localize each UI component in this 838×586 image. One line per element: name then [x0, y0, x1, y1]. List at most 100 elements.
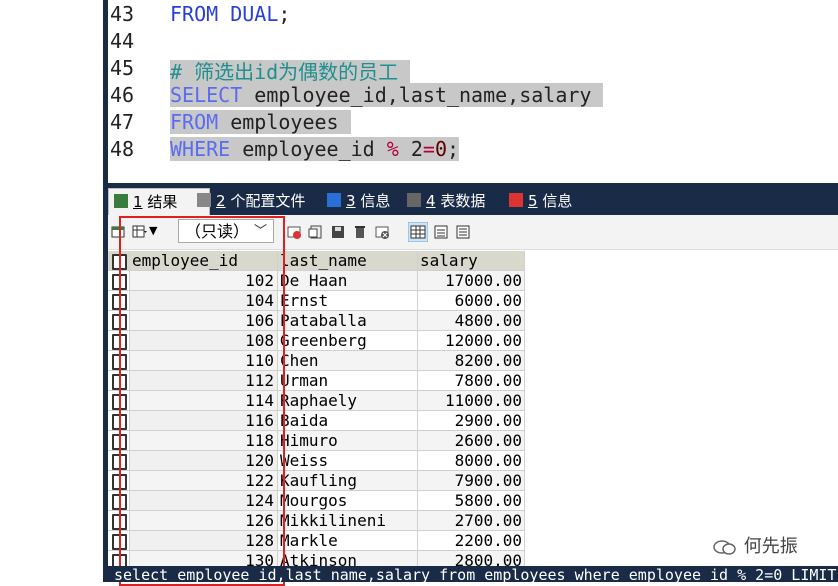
tab-4[interactable]: 4 表数据 [402, 188, 520, 214]
table-cell[interactable]: 126 [130, 511, 278, 531]
table-cell[interactable]: 110 [130, 351, 278, 371]
row-checkbox[interactable] [108, 471, 130, 491]
table-cell[interactable]: 2700.00 [418, 511, 525, 531]
table-cell[interactable]: 7900.00 [418, 471, 525, 491]
tab-2[interactable]: 2 个配置文件 [192, 188, 336, 214]
table-cell[interactable]: 114 [130, 391, 278, 411]
table-cell[interactable]: Mourgos [278, 491, 418, 511]
column-header[interactable]: employee_id [130, 251, 278, 271]
tab-number: 1 [133, 193, 143, 211]
row-checkbox[interactable] [108, 511, 130, 531]
code-token: employee_id [230, 137, 387, 161]
delete-icon[interactable] [352, 224, 368, 240]
code-line[interactable]: WHERE employee_id % 2=0; [170, 137, 460, 161]
row-checkbox[interactable] [108, 331, 130, 351]
code-line[interactable]: # 筛选出id为偶数的员工 [170, 56, 411, 85]
table-cell[interactable]: Weiss [278, 451, 418, 471]
checkbox-icon [112, 294, 127, 310]
table-cell[interactable]: 8200.00 [418, 351, 525, 371]
table-cell[interactable]: 106 [130, 311, 278, 331]
column-header[interactable]: salary [418, 251, 525, 271]
row-checkbox[interactable] [108, 531, 130, 551]
row-checkbox[interactable] [108, 311, 130, 331]
table-cell[interactable]: 2900.00 [418, 411, 525, 431]
form-view-icon[interactable] [433, 224, 449, 240]
tab-label: 表数据 [435, 192, 486, 210]
grid-options-icon[interactable] [132, 224, 148, 240]
row-checkbox[interactable] [108, 371, 130, 391]
table-cell[interactable]: 124 [130, 491, 278, 511]
code-token: SELECT [170, 83, 243, 107]
table-cell[interactable]: 2200.00 [418, 531, 525, 551]
table-cell[interactable]: 128 [130, 531, 278, 551]
table-cell[interactable]: Chen [278, 351, 418, 371]
tab-label: 结果 [142, 193, 178, 211]
table-cell[interactable]: 11000.00 [418, 391, 525, 411]
row-checkbox[interactable] [108, 291, 130, 311]
sql-editor[interactable]: 43 FROM DUAL; 44 45 # 筛选出id为偶数的员工 46 SELECT e… [108, 0, 838, 183]
grid-view-icon[interactable] [408, 222, 428, 242]
table-cell[interactable]: 17000.00 [418, 271, 525, 291]
row-checkbox[interactable] [108, 271, 130, 291]
tab-5[interactable]: 5 信息 [504, 188, 606, 214]
table-cell[interactable]: 118 [130, 431, 278, 451]
table-cell[interactable]: Baida [278, 411, 418, 431]
row-checkbox[interactable] [108, 351, 130, 371]
table-cell[interactable]: 104 [130, 291, 278, 311]
table-cell[interactable]: 6000.00 [418, 291, 525, 311]
checkbox-icon [112, 534, 127, 550]
table-cell[interactable]: Greenberg [278, 331, 418, 351]
chevron-down-icon[interactable]: ▼ [149, 224, 157, 237]
table-cell[interactable]: 102 [130, 271, 278, 291]
table-cell[interactable]: Markle [278, 531, 418, 551]
table-cell[interactable]: 7800.00 [418, 371, 525, 391]
add-row-icon[interactable] [286, 224, 302, 240]
table-cell[interactable]: 2600.00 [418, 431, 525, 451]
table-cell[interactable]: 108 [130, 331, 278, 351]
code-token: WHERE [170, 137, 231, 161]
line-number: 47 [110, 110, 135, 134]
line-number: 48 [110, 137, 135, 161]
tab-label: 信息 [355, 192, 391, 210]
cancel-icon[interactable] [374, 224, 390, 240]
readonly-dropdown[interactable]: （只读） ﹀ [178, 219, 274, 243]
row-checkbox[interactable] [108, 431, 130, 451]
column-header[interactable]: last_name [278, 251, 418, 271]
tab-number: 4 [426, 192, 436, 210]
row-checkbox[interactable] [108, 251, 130, 271]
table-cell[interactable]: 4800.00 [418, 311, 525, 331]
checkbox-icon [112, 434, 127, 450]
table-cell[interactable]: 116 [130, 411, 278, 431]
checkbox-icon [112, 274, 127, 290]
code-line[interactable]: FROM DUAL; [170, 2, 290, 26]
table-cell[interactable]: Ernst [278, 291, 418, 311]
table-cell[interactable]: 5800.00 [418, 491, 525, 511]
table-cell[interactable]: 122 [130, 471, 278, 491]
result-grid: employee_id last_name salary 102 De Haan 1700… [108, 250, 838, 571]
row-checkbox[interactable] [108, 391, 130, 411]
table-cell[interactable]: Urman [278, 371, 418, 391]
table-cell[interactable]: 12000.00 [418, 331, 525, 351]
table-cell[interactable]: 8000.00 [418, 451, 525, 471]
line-number: 43 [110, 2, 135, 26]
table-cell[interactable]: Pataballa [278, 311, 418, 331]
table-cell[interactable]: Himuro [278, 431, 418, 451]
table-cell[interactable]: Mikkilineni [278, 511, 418, 531]
table-cell[interactable]: 120 [130, 451, 278, 471]
code-line[interactable]: FROM employees [170, 110, 351, 134]
table-cell[interactable]: De Haan [278, 271, 418, 291]
table-cell[interactable]: Raphaely [278, 391, 418, 411]
row-checkbox[interactable] [108, 491, 130, 511]
row-checkbox[interactable] [108, 411, 130, 431]
status-bar: select employee_id,last_name,salary from… [108, 566, 838, 582]
table-cell[interactable]: 112 [130, 371, 278, 391]
text-view-icon[interactable] [455, 224, 471, 240]
export-icon[interactable] [110, 224, 126, 240]
row-checkbox[interactable] [108, 451, 130, 471]
save-icon[interactable] [330, 224, 346, 240]
table-cell[interactable]: Kaufling [278, 471, 418, 491]
code-line[interactable]: SELECT employee_id,last_name,salary [170, 83, 604, 107]
copy-row-icon[interactable] [308, 224, 324, 240]
chevron-down-icon: ﹀ [253, 224, 267, 239]
watermark-text: 何先振 [743, 536, 798, 557]
